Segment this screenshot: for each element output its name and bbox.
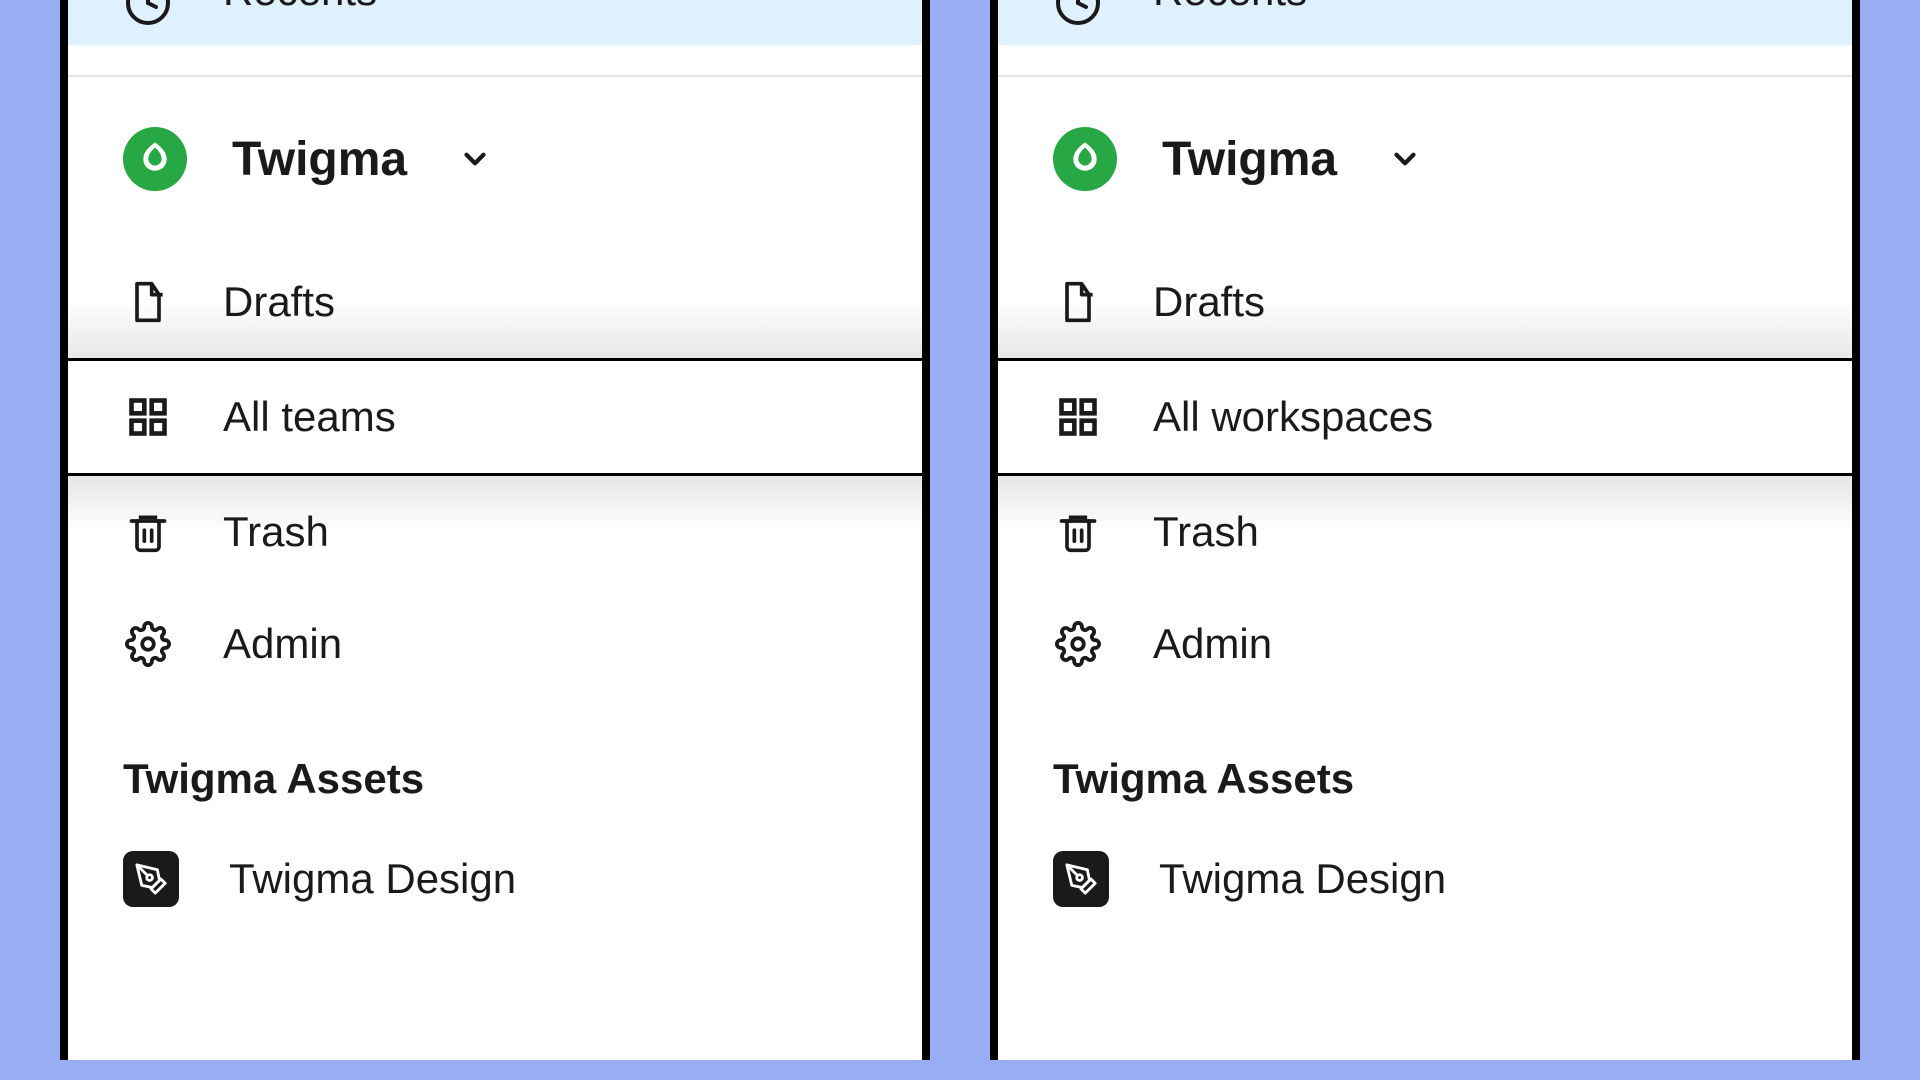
org-name-label: Twigma <box>232 132 407 187</box>
gear-icon <box>1053 621 1103 667</box>
asset-label: Twigma Design <box>229 855 516 903</box>
nav-item-admin[interactable]: Admin <box>998 588 1852 700</box>
sidebar-panel-left: Recents Twigma Drafts <box>60 0 930 1060</box>
org-name-label: Twigma <box>1162 132 1337 187</box>
nav-item-recents[interactable]: Recents <box>998 0 1852 45</box>
chevron-down-icon <box>1388 142 1422 176</box>
org-switcher[interactable]: Twigma <box>68 77 922 246</box>
trash-label: Trash <box>223 508 329 556</box>
asset-item-twigma-design[interactable]: Twigma Design <box>998 823 1852 935</box>
org-switcher[interactable]: Twigma <box>998 77 1852 246</box>
highlighted-nav-row: All workspaces <box>998 358 1852 476</box>
admin-label: Admin <box>1153 620 1272 668</box>
highlighted-nav-row: All teams <box>68 358 922 476</box>
drafts-label: Drafts <box>1153 278 1265 326</box>
all-workspaces-label: All workspaces <box>1153 393 1433 441</box>
assets-section-title: Twigma Assets <box>68 700 922 823</box>
grid-icon <box>1053 395 1103 439</box>
assets-section-title: Twigma Assets <box>998 700 1852 823</box>
nav-item-trash[interactable]: Trash <box>68 476 922 588</box>
gear-icon <box>123 621 173 667</box>
clock-icon <box>1053 0 1103 27</box>
org-logo-icon <box>1053 127 1117 191</box>
nav-item-trash[interactable]: Trash <box>998 476 1852 588</box>
trash-label: Trash <box>1153 508 1259 556</box>
trash-icon <box>123 510 173 554</box>
drafts-label: Drafts <box>223 278 335 326</box>
pen-tool-icon <box>1053 851 1109 907</box>
asset-item-twigma-design[interactable]: Twigma Design <box>68 823 922 935</box>
pen-tool-icon <box>123 851 179 907</box>
nav-item-all-workspaces[interactable]: All workspaces <box>998 361 1852 473</box>
clock-icon <box>123 0 173 27</box>
all-teams-label: All teams <box>223 393 396 441</box>
sidebar-panel-right: Recents Twigma Drafts <box>990 0 1860 1060</box>
nav-item-admin[interactable]: Admin <box>68 588 922 700</box>
recents-label: Recents <box>1153 0 1307 15</box>
file-icon <box>123 280 173 324</box>
grid-icon <box>123 395 173 439</box>
trash-icon <box>1053 510 1103 554</box>
file-icon <box>1053 280 1103 324</box>
org-logo-icon <box>123 127 187 191</box>
asset-label: Twigma Design <box>1159 855 1446 903</box>
nav-item-drafts[interactable]: Drafts <box>998 246 1852 358</box>
nav-item-recents[interactable]: Recents <box>68 0 922 45</box>
admin-label: Admin <box>223 620 342 668</box>
nav-item-drafts[interactable]: Drafts <box>68 246 922 358</box>
nav-item-all-teams[interactable]: All teams <box>68 361 922 473</box>
chevron-down-icon <box>458 142 492 176</box>
recents-label: Recents <box>223 0 377 15</box>
